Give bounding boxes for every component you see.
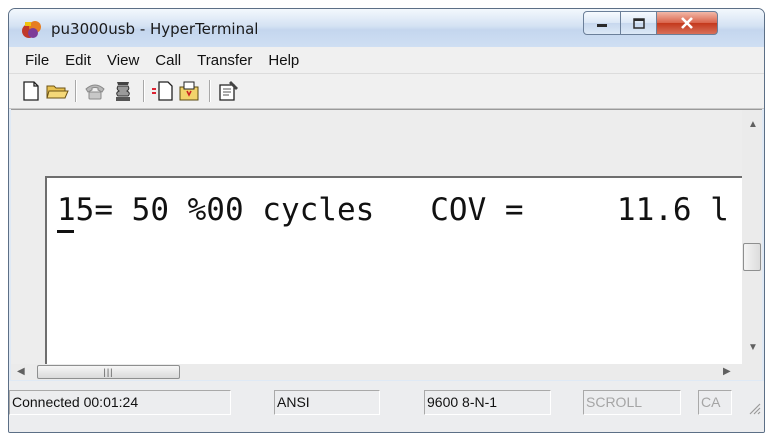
window-title: pu3000usb - HyperTerminal: [51, 20, 259, 38]
disconnect-phone-icon[interactable]: [83, 79, 107, 103]
scroll-down-arrow-icon[interactable]: ▼: [748, 343, 758, 353]
toolbar-separator: [75, 80, 77, 102]
status-emulation: ANSI: [274, 390, 380, 415]
minimize-icon: [597, 24, 607, 27]
open-folder-icon[interactable]: [45, 79, 69, 103]
status-bar: Connected 00:01:24 ANSI 9600 8-N-1 SCROL…: [9, 381, 764, 432]
horizontal-scrollbar[interactable]: ◀ ||| ▶: [11, 364, 742, 380]
close-icon: [681, 17, 693, 29]
menu-bar: File Edit View Call Transfer Help: [9, 47, 764, 74]
new-document-icon[interactable]: [19, 79, 43, 103]
menu-view[interactable]: View: [99, 52, 147, 69]
close-button[interactable]: [656, 11, 718, 35]
status-scroll: SCROLL: [583, 390, 681, 415]
scroll-right-arrow-icon[interactable]: ▶: [723, 367, 731, 377]
dial-phone-icon[interactable]: [111, 79, 135, 103]
terminal-screen[interactable]: 15= 50 %00 cycles COV = 11.6 l: [45, 176, 742, 364]
vertical-scrollbar[interactable]: ▲ ▼: [742, 110, 762, 364]
toolbar-separator: [209, 80, 211, 102]
menu-call[interactable]: Call: [147, 52, 189, 69]
toolbar: [9, 74, 764, 109]
text-cursor: [57, 230, 74, 233]
terminal-client-area: 15= 50 %00 cycles COV = 11.6 l ▲ ▼ ◀ |||…: [11, 109, 762, 380]
menu-file[interactable]: File: [9, 52, 57, 69]
vertical-scroll-thumb[interactable]: [743, 243, 761, 271]
hyperterminal-window: pu3000usb - HyperTerminal File Edit View…: [8, 8, 765, 433]
status-caps: CA: [698, 390, 732, 415]
resize-grip-icon[interactable]: [746, 400, 762, 416]
menu-transfer[interactable]: Transfer: [189, 52, 260, 69]
receive-file-icon[interactable]: [177, 79, 201, 103]
properties-icon[interactable]: [217, 79, 241, 103]
menu-edit[interactable]: Edit: [57, 52, 99, 69]
scrollbar-corner: [742, 364, 762, 380]
scroll-left-arrow-icon[interactable]: ◀: [17, 367, 25, 377]
title-bar[interactable]: pu3000usb - HyperTerminal: [9, 9, 764, 47]
minimize-button[interactable]: [583, 11, 621, 35]
send-file-icon[interactable]: [151, 79, 175, 103]
terminal-output-line: 15= 50 %00 cycles COV = 11.6 l: [57, 192, 729, 228]
maximize-icon: [632, 17, 645, 29]
horizontal-scroll-thumb[interactable]: |||: [37, 365, 180, 379]
menu-help[interactable]: Help: [260, 52, 307, 69]
status-port-settings: 9600 8-N-1: [424, 390, 551, 415]
terminal-background: 15= 50 %00 cycles COV = 11.6 l: [11, 110, 742, 364]
scroll-up-arrow-icon[interactable]: ▲: [748, 120, 758, 130]
status-connection-time: Connected 00:01:24: [9, 390, 231, 415]
toolbar-separator: [143, 80, 145, 102]
maximize-button[interactable]: [620, 11, 657, 35]
hyperterminal-app-icon: [22, 21, 41, 38]
